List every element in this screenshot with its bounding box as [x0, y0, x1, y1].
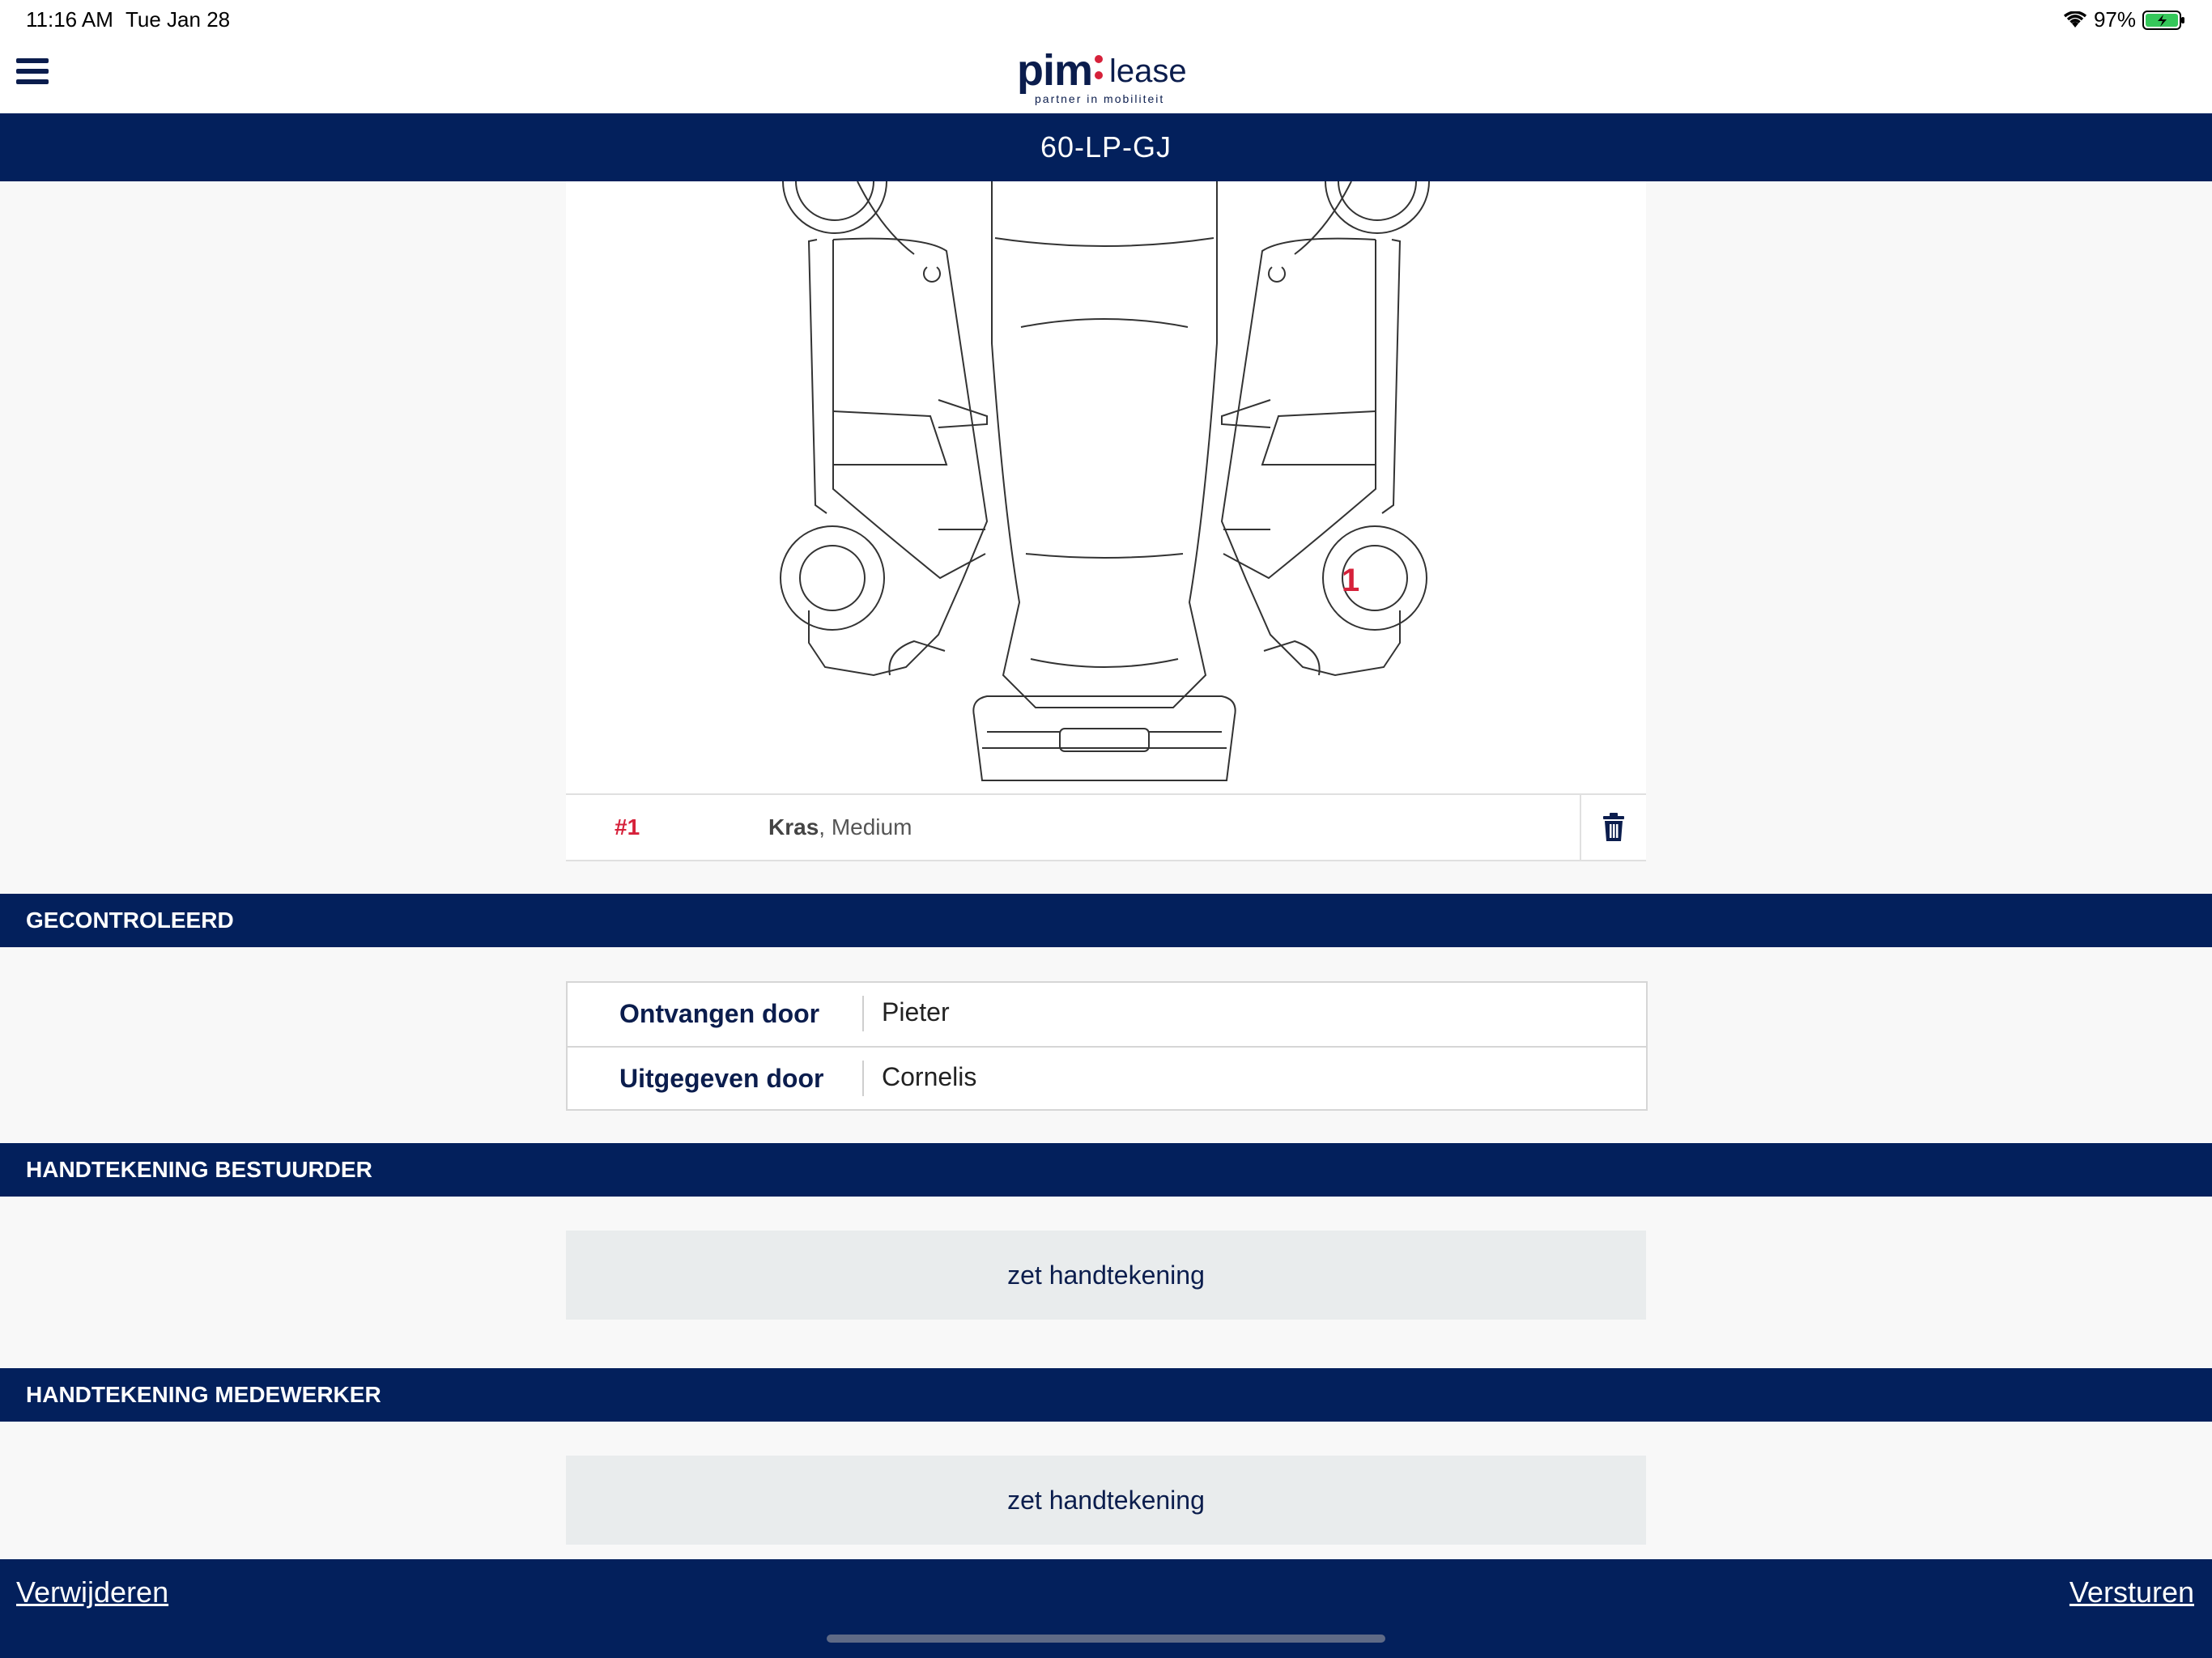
damage-marker[interactable]: 1 — [1342, 563, 1359, 598]
car-damage-diagram[interactable]: 1 — [566, 181, 1646, 793]
logo-product: lease — [1109, 53, 1187, 89]
footer-bar: Verwijderen Versturen — [0, 1559, 2212, 1658]
received-by-label: Ontvangen door — [619, 999, 820, 1028]
delete-button[interactable]: Verwijderen — [16, 1575, 168, 1609]
issued-by-value[interactable]: Cornelis — [882, 1062, 976, 1092]
issued-by-label: Uitgegeven door — [619, 1064, 824, 1093]
issued-by-row[interactable]: Uitgegeven door Cornelis — [568, 1046, 1646, 1111]
employee-signature-button[interactable]: zet handtekening — [566, 1456, 1646, 1545]
section-driver-signature-title: HANDTEKENING BESTUURDER — [26, 1157, 372, 1182]
damage-row: #1 Kras, Medium — [566, 793, 1646, 861]
logo-colon — [1095, 55, 1103, 87]
battery-icon — [2142, 10, 2184, 30]
divider — [862, 996, 864, 1031]
damage-number: #1 — [615, 814, 640, 840]
damage-severity: , Medium — [819, 814, 912, 840]
battery-percent: 97% — [2093, 7, 2136, 32]
status-right: 97% — [2063, 7, 2186, 32]
app-header: pim lease partner in mobiliteit — [0, 39, 2212, 113]
wifi-icon — [2063, 11, 2087, 28]
logo-tagline: partner in mobiliteit — [1035, 92, 1165, 105]
pim-lease-logo: pim lease partner in mobiliteit — [1017, 45, 1195, 107]
section-driver-signature: HANDTEKENING BESTUURDER — [0, 1143, 2212, 1197]
handover-info-table: Ontvangen door Pieter Uitgegeven door Co… — [566, 981, 1648, 1111]
received-by-value[interactable]: Pieter — [882, 997, 950, 1027]
status-bar: 11:16 AM Tue Jan 28 97% — [0, 0, 2212, 39]
delete-damage-button[interactable] — [1580, 795, 1646, 860]
received-by-row[interactable]: Ontvangen door Pieter — [568, 983, 1646, 1046]
status-date: Tue Jan 28 — [125, 7, 231, 32]
license-plate-title: 60-LP-GJ — [0, 113, 2212, 181]
section-checked-title: GECONTROLEERD — [26, 908, 234, 933]
damage-description: Kras, Medium — [768, 814, 912, 840]
menu-icon[interactable] — [16, 58, 49, 91]
driver-signature-button[interactable]: zet handtekening — [566, 1231, 1646, 1320]
logo-brand: pim — [1017, 46, 1093, 95]
trash-icon — [1603, 813, 1624, 841]
send-button[interactable]: Versturen — [2069, 1575, 2194, 1609]
section-employee-signature-title: HANDTEKENING MEDEWERKER — [26, 1382, 381, 1407]
car-outline-icon: 1 — [780, 181, 1430, 781]
home-indicator[interactable] — [827, 1635, 1385, 1643]
damage-type: Kras — [768, 814, 819, 840]
section-checked: GECONTROLEERD — [0, 894, 2212, 947]
section-employee-signature: HANDTEKENING MEDEWERKER — [0, 1368, 2212, 1422]
status-time: 11:16 AM — [26, 7, 113, 32]
divider — [862, 1061, 864, 1096]
